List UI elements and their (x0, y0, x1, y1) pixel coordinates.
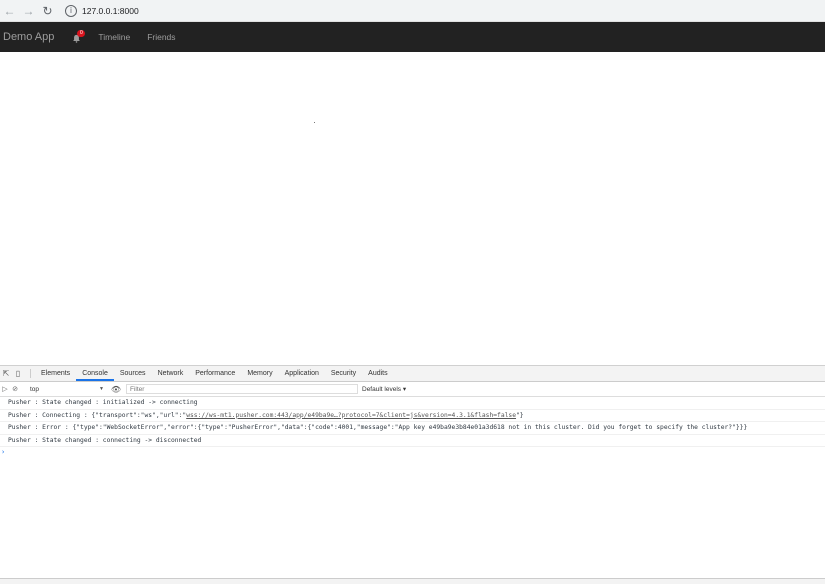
tab-divider (30, 369, 31, 378)
filter-input[interactable]: Filter (126, 384, 358, 394)
info-icon[interactable]: i (65, 4, 77, 17)
app-navbar: Demo App 0 Timeline Friends (0, 22, 825, 52)
context-selector[interactable]: top ▼ (30, 384, 104, 394)
inspect-element-icon[interactable]: ⇱ (0, 366, 12, 381)
tab-network[interactable]: Network (152, 366, 190, 381)
tab-application[interactable]: Application (279, 366, 325, 381)
arrow-left-icon[interactable]: ← (0, 0, 19, 21)
context-value: top (30, 385, 40, 393)
console-prompt[interactable]: › (0, 447, 825, 457)
eye-icon[interactable]: 👁 (110, 385, 122, 394)
console-message: Pusher : State changed : connecting -> d… (0, 435, 825, 447)
caret-down-icon: ▼ (99, 386, 104, 392)
console-toolbar: ▷ ⊘ top ▼ 👁 Filter Default levels ▾ (0, 382, 825, 397)
tab-console[interactable]: Console (76, 366, 114, 381)
tab-audits[interactable]: Audits (362, 366, 393, 381)
loading-dot (314, 122, 315, 123)
console-message: Pusher : Error : {"type":"WebSocketError… (0, 422, 825, 435)
console-message: Pusher : State changed : initialized -> … (0, 397, 825, 410)
tab-memory[interactable]: Memory (241, 366, 278, 381)
nav-link-timeline[interactable]: Timeline (98, 32, 130, 42)
reload-icon[interactable]: ↻ (38, 0, 57, 21)
device-toolbar-icon[interactable]: ▯ (12, 366, 24, 381)
tab-elements[interactable]: Elements (35, 366, 76, 381)
tab-security[interactable]: Security (325, 366, 362, 381)
notifications-button[interactable]: 0 (72, 30, 86, 44)
console-output: Pusher : State changed : initialized -> … (0, 397, 825, 457)
devtools-drawer-bar (0, 578, 825, 584)
console-url-link[interactable]: wss://ws-mt1.pusher.com:443/app/e49ba9e…… (186, 412, 516, 419)
devtools-tabbar: ⇱ ▯ Elements Console Sources Network Per… (0, 366, 825, 382)
console-text: "} (516, 411, 524, 419)
tab-sources[interactable]: Sources (114, 366, 152, 381)
clear-console-icon[interactable]: ⊘ (10, 382, 20, 396)
url-field[interactable]: i 127.0.0.1:8000 (65, 0, 139, 21)
devtools-panel: ⇱ ▯ Elements Console Sources Network Per… (0, 365, 825, 584)
console-message: Pusher : Connecting : {"transport":"ws",… (0, 410, 825, 422)
console-text: Pusher : Connecting : {"transport":"ws",… (8, 411, 187, 419)
browser-address-bar: ← → ↻ i 127.0.0.1:8000 (0, 0, 825, 22)
log-levels-dropdown[interactable]: Default levels ▾ (362, 385, 406, 393)
tab-performance[interactable]: Performance (189, 366, 241, 381)
brand-link[interactable]: Demo App (3, 31, 54, 43)
url-text[interactable]: 127.0.0.1:8000 (82, 6, 139, 16)
arrow-right-icon[interactable]: → (19, 0, 38, 21)
sidebar-toggle-icon[interactable]: ▷ (0, 382, 10, 396)
notification-badge: 0 (77, 30, 86, 37)
nav-link-friends[interactable]: Friends (147, 32, 175, 42)
